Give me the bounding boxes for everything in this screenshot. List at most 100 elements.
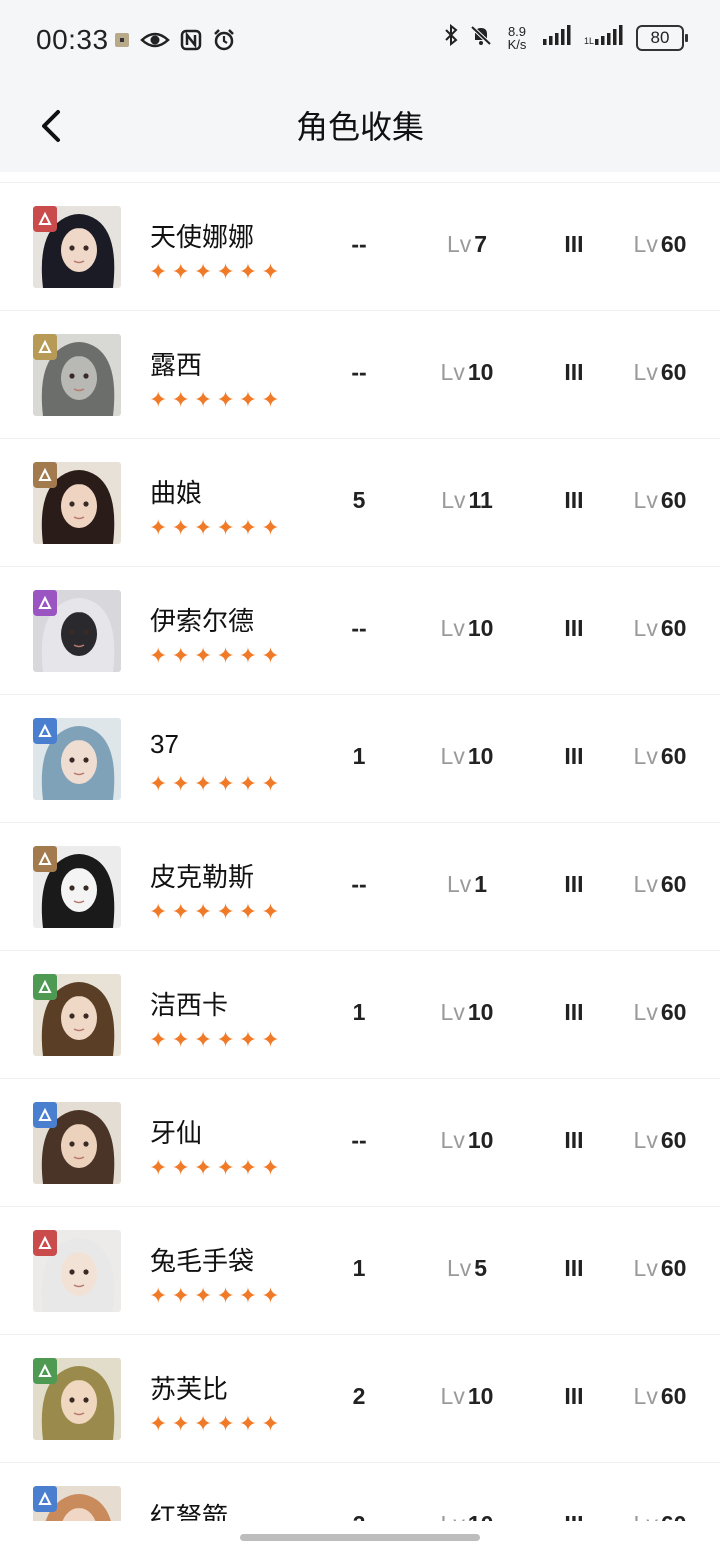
level-value: Lv10 — [420, 1127, 514, 1154]
star-rating: ✦ ✦ ✦ ✦ ✦ ✦ — [149, 1413, 280, 1435]
tier-value: III — [564, 231, 584, 257]
character-list[interactable]: 天使娜娜 ✦ ✦ ✦ ✦ ✦ ✦ -- Lv 7 III Lv 60 露西 ✦ ✦ ✦ ✦ ✦ ✦ — [0, 182, 720, 1521]
count-value: 1 — [352, 999, 366, 1025]
star-icon: ✦ — [261, 1155, 280, 1180]
level-value: Lv10 — [420, 359, 514, 386]
level-value: Lv10 — [420, 615, 514, 642]
star-icon: ✦ — [149, 643, 168, 668]
level-prefix: Lv — [441, 487, 466, 513]
level-value: Lv10 — [420, 743, 514, 770]
star-icon: ✦ — [193, 771, 213, 796]
element-icon — [38, 851, 52, 865]
character-row[interactable]: 牙仙 ✦ ✦ ✦ ✦ ✦ ✦ -- Lv 10 III Lv 60 — [0, 1079, 720, 1207]
star-icon: ✦ — [149, 771, 168, 796]
max-level-value: Lv60 — [620, 615, 700, 642]
character-name: 苏芙比 — [150, 1374, 229, 1404]
level-value: Lv 5 — [420, 1255, 514, 1282]
max-level-number: 60 — [660, 1255, 687, 1281]
star-icon: ✦ — [149, 1155, 168, 1180]
max-level-value: Lv60 — [620, 1383, 700, 1410]
character-row[interactable]: 露西 ✦ ✦ ✦ ✦ ✦ ✦ -- Lv 10 III Lv 60 — [0, 311, 720, 439]
character-row[interactable]: 苏芙比 ✦ ✦ ✦ ✦ ✦ ✦ 2 Lv 10 III Lv 60 — [0, 1335, 720, 1463]
star-icon: ✦ — [238, 643, 258, 668]
star-icon: ✦ — [193, 1027, 213, 1052]
max-level-prefix: Lv — [633, 743, 658, 769]
max-level-number: 60 — [660, 1127, 687, 1153]
character-row[interactable]: 37 ✦ ✦ ✦ ✦ ✦ ✦ 1 Lv 10 III Lv 60 — [0, 695, 720, 823]
star-rating: ✦ ✦ ✦ ✦ ✦ ✦ — [149, 389, 280, 411]
star-icon: ✦ — [193, 515, 213, 540]
signal-icon — [542, 24, 572, 51]
star-icon: ✦ — [216, 1283, 235, 1308]
count-value: -- — [351, 615, 367, 641]
star-icon: ✦ — [149, 259, 168, 284]
character-row[interactable]: 红弩箭 ✦✦✦✦✦✦ 2 Lv10 III Lv60 — [0, 1463, 720, 1521]
character-row[interactable]: 皮克勒斯 ✦ ✦ ✦ ✦ ✦ ✦ -- Lv 1 III Lv 60 — [0, 823, 720, 951]
alarm-icon — [212, 28, 236, 57]
level-prefix: Lv — [440, 615, 465, 641]
character-name: 露西 — [150, 350, 203, 380]
max-level-prefix: Lv — [633, 359, 658, 385]
max-level-value: Lv60 — [620, 1511, 700, 1521]
character-row[interactable]: 曲娘 ✦ ✦ ✦ ✦ ✦ ✦ 5 Lv 11 III Lv 60 — [0, 439, 720, 567]
sim-icon — [114, 32, 130, 53]
star-icon: ✦ — [238, 1027, 258, 1052]
star-icon: ✦ — [193, 643, 213, 668]
star-icon: ✦ — [171, 1155, 190, 1180]
count-value: 2 — [352, 1383, 366, 1409]
star-icon: ✦ — [261, 387, 280, 412]
element-icon — [38, 467, 52, 481]
level-number: 7 — [474, 231, 488, 257]
level-value: Lv 1 — [420, 871, 514, 898]
star-icon: ✦ — [193, 259, 213, 284]
star-icon: ✦ — [238, 387, 258, 412]
element-badge — [33, 206, 57, 232]
net-speed: 8.9 K/s — [504, 25, 530, 51]
star-icon: ✦ — [149, 1283, 168, 1308]
level-value: Lv 7 — [420, 231, 514, 258]
element-badge — [33, 1486, 57, 1512]
star-icon: ✦ — [216, 515, 235, 540]
character-name: 洁西卡 — [150, 990, 229, 1020]
top-app-bar: 角色收集 — [0, 84, 720, 172]
level-number: 10 — [468, 1511, 494, 1521]
level-prefix: Lv — [440, 359, 465, 385]
star-icon: ✦ — [171, 899, 190, 924]
character-avatar — [33, 1486, 121, 1521]
level-value: Lv10 — [420, 1383, 514, 1410]
bluetooth-icon — [444, 23, 458, 51]
nfc-icon — [180, 29, 202, 56]
max-level-number: 60 — [660, 359, 687, 385]
character-row[interactable]: 伊索尔德 ✦ ✦ ✦ ✦ ✦ ✦ -- Lv 10 III Lv 60 — [0, 567, 720, 695]
element-icon — [38, 723, 52, 737]
element-badge — [33, 1230, 57, 1256]
max-level-number: 60 — [660, 999, 687, 1025]
max-level-prefix: Lv — [633, 1383, 658, 1409]
element-badge — [33, 974, 57, 1000]
tier-value: III — [564, 1127, 584, 1153]
tier-value: III — [564, 743, 584, 769]
star-icon: ✦ — [216, 1411, 235, 1436]
star-icon: ✦ — [261, 899, 280, 924]
character-row[interactable]: 洁西卡 ✦ ✦ ✦ ✦ ✦ ✦ 1 Lv 10 III Lv 60 — [0, 951, 720, 1079]
max-level-number: 60 — [660, 1383, 687, 1409]
element-icon — [38, 211, 52, 225]
star-icon: ✦ — [149, 387, 168, 412]
star-icon: ✦ — [149, 515, 168, 540]
status-time: 00:33 — [36, 24, 109, 55]
star-rating: ✦ ✦ ✦ ✦ ✦ ✦ — [149, 1285, 280, 1307]
star-icon: ✦ — [261, 643, 280, 668]
level-prefix: Lv — [440, 1383, 465, 1409]
element-icon — [38, 1363, 52, 1377]
status-right-icons: 8.9 K/s 1L 80 — [444, 23, 688, 51]
character-name: 兔毛手袋 — [150, 1246, 255, 1276]
eye-icon — [140, 30, 170, 55]
character-name: 牙仙 — [150, 1118, 203, 1148]
star-icon: ✦ — [193, 387, 213, 412]
character-row[interactable]: 天使娜娜 ✦ ✦ ✦ ✦ ✦ ✦ -- Lv 7 III Lv 60 — [0, 183, 720, 311]
character-name: 皮克勒斯 — [150, 862, 255, 892]
home-indicator[interactable] — [240, 1534, 480, 1541]
star-icon: ✦ — [193, 899, 213, 924]
max-level-value: Lv60 — [620, 743, 700, 770]
character-row[interactable]: 兔毛手袋 ✦ ✦ ✦ ✦ ✦ ✦ 1 Lv 5 III Lv 60 — [0, 1207, 720, 1335]
